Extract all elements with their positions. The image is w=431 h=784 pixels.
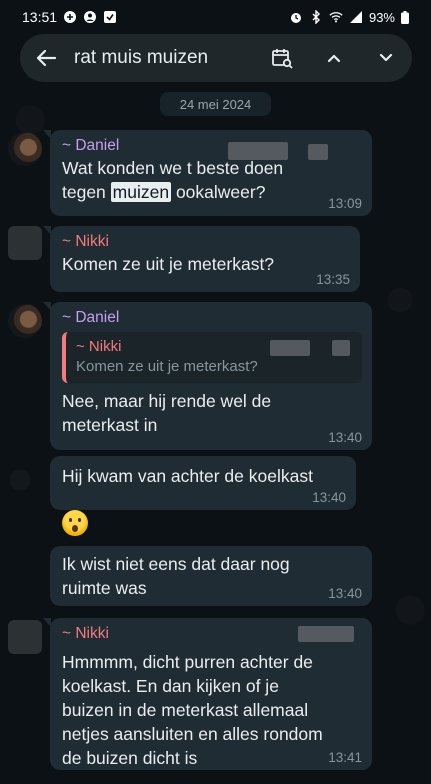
message-time: 13:09: [328, 196, 362, 211]
message-text: Nee, maar hij rende wel de meterkast in: [62, 391, 272, 435]
account-icon: [84, 11, 97, 23]
quoted-text: Komen ze uit je meterkast?: [76, 358, 258, 375]
message-bubble[interactable]: Hij kwam van achter de koelkast 13:40: [50, 456, 356, 510]
battery-level: 93%: [368, 9, 395, 25]
quoted-message[interactable]: ~ Nikki Komen ze uit je meterkast?: [62, 332, 362, 383]
avatar[interactable]: [8, 304, 42, 338]
bluetooth-icon: [312, 10, 320, 24]
battery-icon: [401, 10, 409, 24]
search-highlight: muizen: [110, 182, 172, 202]
sync-icon: [64, 11, 77, 23]
message-bubble[interactable]: ~ Nikki Komen ze uit je meterkast? 13:35: [43, 226, 360, 292]
message-bubble[interactable]: Ik wist niet eens dat daar nog ruimte wa…: [50, 546, 372, 606]
message-time: 13:40: [328, 586, 362, 601]
sender-name[interactable]: ~ Daniel: [62, 308, 362, 328]
avatar[interactable]: [8, 132, 42, 166]
search-by-date-button[interactable]: [270, 46, 294, 70]
download-icon: [104, 11, 117, 23]
astonished-face-emoji[interactable]: [62, 510, 88, 536]
back-button[interactable]: [34, 46, 58, 70]
alarm-icon: [290, 13, 301, 23]
search-bar: [20, 34, 412, 82]
redacted-area: [298, 626, 354, 642]
status-time: 13:51: [22, 9, 58, 25]
message-text: Hij kwam van achter de koelkast: [62, 466, 313, 486]
message-text: Wat konden we t beste doen tegen muizen …: [62, 158, 284, 202]
next-result-button[interactable]: [374, 46, 398, 70]
signal-icon: [349, 11, 362, 23]
chevron-down-icon: [379, 53, 393, 62]
avatar[interactable]: [8, 226, 42, 260]
message-bubble[interactable]: ~ Daniel ~ Nikki Komen ze uit je meterka…: [43, 302, 372, 450]
chevron-up-icon: [327, 54, 341, 63]
message-bubble[interactable]: ~ Nikki Hmmmm, dicht purren achter de ko…: [43, 618, 372, 770]
previous-result-button[interactable]: [322, 46, 346, 70]
arrow-left-icon: [36, 49, 57, 67]
message-time: 13:40: [312, 490, 346, 505]
redacted-area: [270, 340, 310, 356]
message-text: Komen ze uit je meterkast?: [62, 254, 275, 274]
message-bubble[interactable]: ~ Daniel Wat konden we t beste doen tege…: [43, 130, 372, 216]
message-time: 13:35: [316, 272, 350, 287]
status-bar: 13:51 93%: [0, 0, 431, 34]
search-input[interactable]: [74, 47, 244, 69]
redacted-area: [332, 340, 350, 356]
message-text: Ik wist niet eens dat daar nog ruimte wa…: [62, 554, 290, 598]
message-text: Hmmmm, dicht purren achter de koelkast. …: [62, 652, 323, 768]
wifi-icon: [329, 12, 343, 23]
redacted-area: [308, 144, 328, 160]
sender-name[interactable]: ~ Nikki: [62, 232, 350, 252]
date-separator: 24 mei 2024: [160, 92, 271, 116]
message-time: 13:41: [328, 750, 362, 765]
calendar-search-icon: [272, 49, 293, 69]
avatar[interactable]: [8, 620, 42, 654]
quoted-sender: ~ Nikki: [76, 338, 122, 355]
redacted-area: [228, 142, 288, 160]
message-time: 13:40: [328, 430, 362, 445]
